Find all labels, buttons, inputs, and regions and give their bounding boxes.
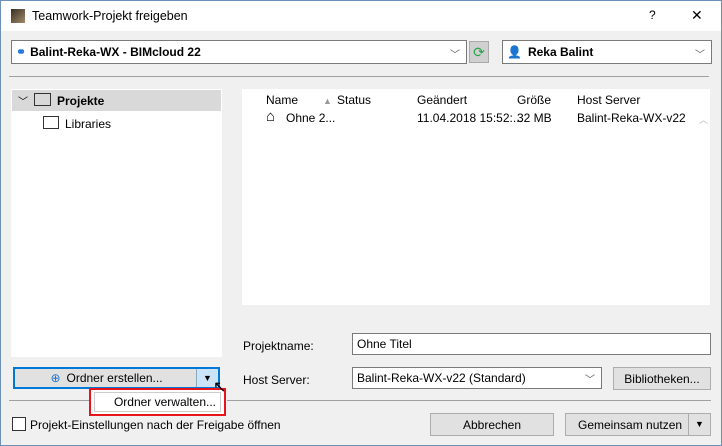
open-settings-checkbox[interactable] xyxy=(12,417,26,431)
host-server-select[interactable]: Balint-Reka-WX-v22 (Standard) ﹀ xyxy=(352,367,602,389)
divider xyxy=(9,400,89,401)
tree-item-projekte[interactable]: ﹀ Projekte xyxy=(12,90,221,111)
library-folder-icon xyxy=(43,116,59,129)
open-settings-label: Projekt-Einstellungen nach der Freigabe … xyxy=(30,418,281,432)
chevron-down-icon: ﹀ xyxy=(695,50,705,61)
create-folder-button[interactable]: ⊕ Ordner erstellen... ▼ xyxy=(13,367,220,389)
cancel-button[interactable]: Abbrechen xyxy=(430,413,554,436)
libraries-button[interactable]: Bibliotheken... xyxy=(613,367,711,390)
divider xyxy=(9,76,709,77)
cloud-server-icon: ⚭ xyxy=(16,45,27,59)
menu-item-manage-folders[interactable]: Ordner verwalten... xyxy=(94,392,221,412)
cell-host: Balint-Reka-WX-v22 xyxy=(577,111,686,125)
host-server-label: Host Server: xyxy=(243,373,310,387)
column-header-name[interactable]: Name xyxy=(266,93,298,107)
cell-name: Ohne 2... xyxy=(286,111,336,125)
project-name-label: Projektname: xyxy=(243,339,314,353)
cell-changed: 11.04.2018 15:52:... xyxy=(417,111,523,125)
app-icon xyxy=(11,9,25,23)
column-header-host[interactable]: Host Server xyxy=(577,93,640,107)
project-name-value: Ohne Titel xyxy=(357,337,412,351)
column-header-status[interactable]: Status xyxy=(337,93,371,107)
tree-label: Projekte xyxy=(57,94,105,108)
dialog-title: Teamwork-Projekt freigeben xyxy=(32,9,188,23)
divider xyxy=(227,400,711,401)
server-combo-value: Balint-Reka-WX - BIMcloud 22 xyxy=(30,45,201,59)
cell-size: 32 MB xyxy=(517,111,552,125)
chevron-down-icon: ﹀ xyxy=(585,375,595,386)
tree-label: Libraries xyxy=(65,117,112,131)
scroll-up-icon[interactable]: ︿ xyxy=(699,113,708,126)
tree-item-libraries[interactable]: Libraries xyxy=(41,114,211,134)
add-folder-icon: ⊕ xyxy=(50,371,61,385)
server-combo[interactable]: ⚭ Balint-Reka-WX - BIMcloud 22 ﹀ xyxy=(11,40,467,64)
libraries-button-label: Bibliotheken... xyxy=(624,371,700,386)
user-icon: 👤 xyxy=(507,45,522,59)
folder-tree: ﹀ Projekte Libraries xyxy=(11,89,222,357)
project-name-input[interactable]: Ohne Titel xyxy=(352,333,711,355)
column-header-size[interactable]: Größe xyxy=(517,93,551,107)
share-label: Gemeinsam nutzen xyxy=(578,417,683,432)
title-bar: Teamwork-Projekt freigeben ? ✕ xyxy=(1,1,721,31)
user-combo[interactable]: 👤 Reka Balint ﹀ xyxy=(502,40,712,64)
menu-item-label: Ordner verwalten... xyxy=(113,395,216,409)
folder-icon xyxy=(34,93,51,106)
mouse-cursor-icon: ↖ xyxy=(213,379,227,396)
column-header-changed[interactable]: Geändert xyxy=(417,93,467,107)
cancel-label: Abbrechen xyxy=(462,417,522,432)
share-button[interactable]: Gemeinsam nutzen ▼ xyxy=(565,413,711,436)
create-folder-label: Ordner erstellen... xyxy=(66,371,163,385)
close-button[interactable]: ✕ xyxy=(691,7,703,24)
host-server-value: Balint-Reka-WX-v22 (Standard) xyxy=(357,371,526,385)
chevron-down-icon: ﹀ xyxy=(450,50,460,61)
dropdown-menu: Ordner verwalten... xyxy=(89,388,226,416)
refresh-button[interactable]: ⟳ xyxy=(469,41,489,63)
share-dropdown-arrow[interactable]: ▼ xyxy=(688,414,710,435)
chevron-down-icon: ﹀ xyxy=(18,97,28,108)
help-button[interactable]: ? xyxy=(649,8,656,22)
dialog-window: Teamwork-Projekt freigeben ? ✕ ⚭ Balint-… xyxy=(0,0,722,446)
sort-ascending-icon: ▲ xyxy=(323,96,332,106)
user-combo-value: Reka Balint xyxy=(527,45,594,59)
home-icon: ⌂ xyxy=(266,108,276,125)
